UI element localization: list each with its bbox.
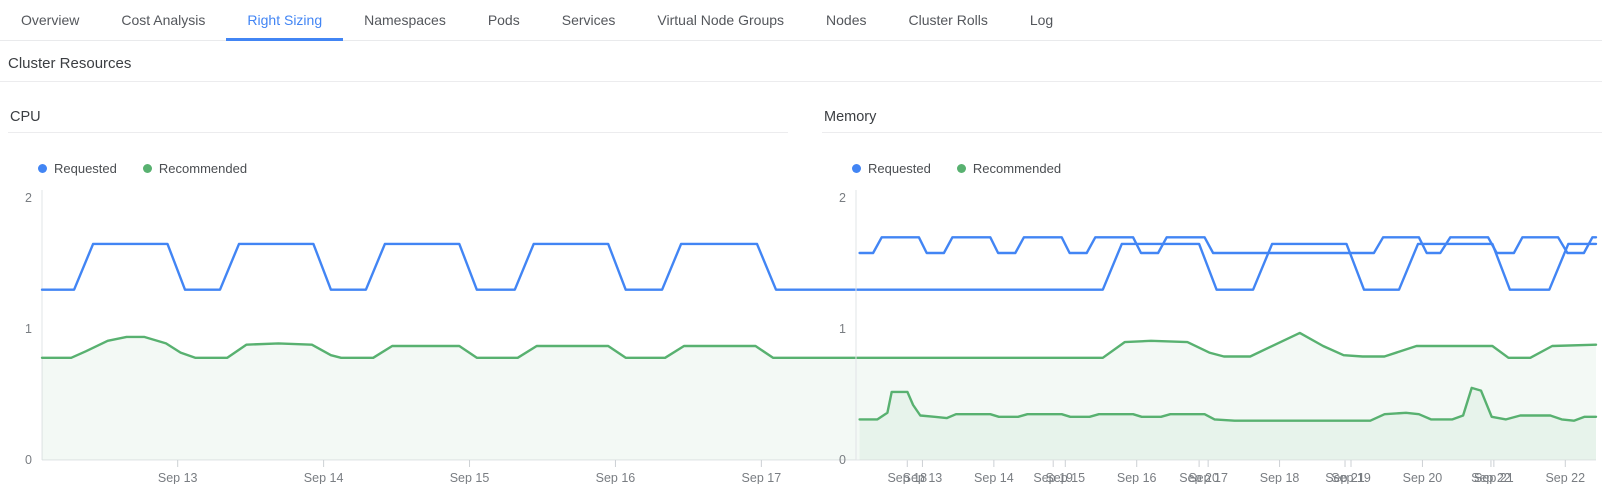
charts-row: CPU Requested Recommended 0 1 2 Sep 13 Sep 14… <box>0 108 1602 484</box>
chart-legend: Requested Recommended <box>852 160 1602 176</box>
tab-nodes[interactable]: Nodes <box>805 0 887 40</box>
y-tick-label: 2 <box>25 191 32 205</box>
legend-label: Recommended <box>973 161 1061 176</box>
legend-label: Requested <box>54 161 117 176</box>
x-tick-label: Sep 13 <box>903 471 943 484</box>
legend-dot-requested <box>852 164 861 173</box>
legend-item-requested[interactable]: Requested <box>852 161 931 176</box>
x-tick-label: Sep 15 <box>450 471 490 484</box>
x-tick-label: Sep 13 <box>158 471 198 484</box>
tab-virtual-node-groups[interactable]: Virtual Node Groups <box>636 0 805 40</box>
y-tick-label: 1 <box>25 322 32 336</box>
chart-panel: Memory Requested Recommended 0 1 2 Sep 13 Sep… <box>822 108 1602 484</box>
tab-cluster-rolls[interactable]: Cluster Rolls <box>887 0 1008 40</box>
tab-services[interactable]: Services <box>541 0 637 40</box>
tab-overview[interactable]: Overview <box>0 0 100 40</box>
y-tick-label: 0 <box>839 453 846 467</box>
x-tick-label: Sep 21 <box>1474 471 1514 484</box>
x-tick-label: Sep 16 <box>1117 471 1157 484</box>
tab-namespaces[interactable]: Namespaces <box>343 0 467 40</box>
tab-log[interactable]: Log <box>1009 0 1074 40</box>
legend-label: Requested <box>868 161 931 176</box>
x-tick-label: Sep 22 <box>1545 471 1585 484</box>
tab-right-sizing[interactable]: Right Sizing <box>226 0 343 40</box>
x-tick-label: Sep 17 <box>742 471 782 484</box>
x-tick-label: Sep 17 <box>1188 471 1228 484</box>
x-tick-label: Sep 16 <box>596 471 636 484</box>
chart-panel-header: Memory <box>822 108 1602 133</box>
x-tick-label: Sep 15 <box>1045 471 1085 484</box>
legend-dot-recommended <box>143 164 152 173</box>
legend-item-recommended[interactable]: Recommended <box>143 161 247 176</box>
chart-panel-header: CPU <box>8 108 788 133</box>
tab-bar: OverviewCost AnalysisRight SizingNamespa… <box>0 0 1602 41</box>
legend-dot-recommended <box>957 164 966 173</box>
section-header: Cluster Resources <box>0 41 1602 82</box>
x-tick-label: Sep 18 <box>1260 471 1300 484</box>
series-line-requested <box>860 237 1596 253</box>
tab-pods[interactable]: Pods <box>467 0 541 40</box>
tab-cost-analysis[interactable]: Cost Analysis <box>100 0 226 40</box>
x-tick-label: Sep 14 <box>974 471 1014 484</box>
legend-label: Recommended <box>159 161 247 176</box>
legend-dot-requested <box>38 164 47 173</box>
line-chart[interactable]: 0 1 2 Sep 13 Sep 14 Sep 15 Sep 16 Sep 17 Sep 18 S… <box>822 184 1602 484</box>
x-tick-label: Sep 19 <box>1331 471 1371 484</box>
chart-title: CPU <box>10 109 41 125</box>
x-tick-label: Sep 20 <box>1403 471 1443 484</box>
chart-legend: Requested Recommended <box>38 160 788 176</box>
y-tick-label: 1 <box>839 322 846 336</box>
y-tick-label: 0 <box>25 453 32 467</box>
x-tick-label: Sep 14 <box>304 471 344 484</box>
chart-panel: CPU Requested Recommended 0 1 2 Sep 13 Sep 14… <box>8 108 788 484</box>
legend-item-requested[interactable]: Requested <box>38 161 117 176</box>
section-title: Cluster Resources <box>8 55 131 72</box>
y-tick-label: 2 <box>839 191 846 205</box>
legend-item-recommended[interactable]: Recommended <box>957 161 1061 176</box>
chart-title: Memory <box>824 109 876 125</box>
